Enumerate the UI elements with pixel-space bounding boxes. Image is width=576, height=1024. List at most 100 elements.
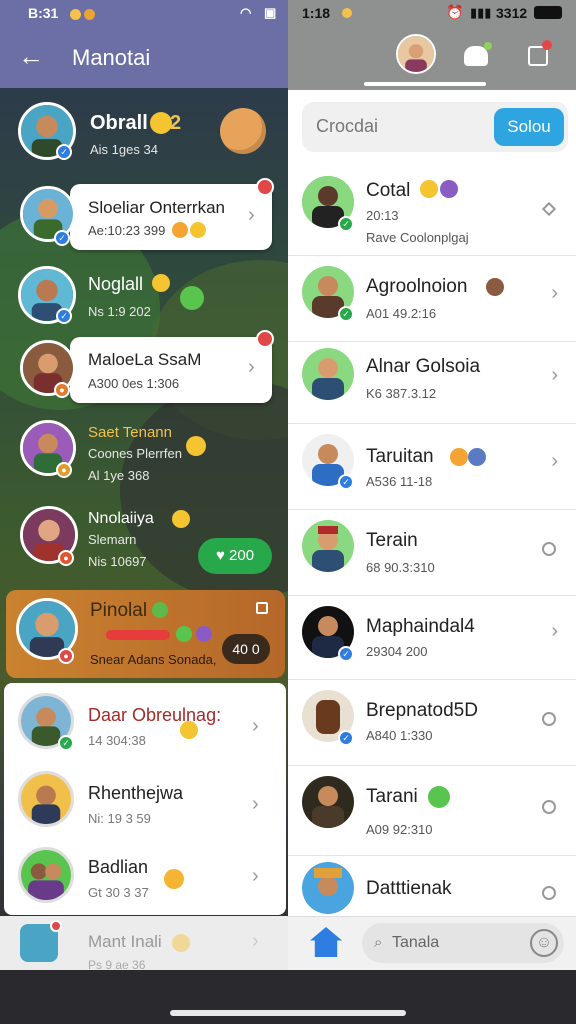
- unread-badge: [256, 178, 274, 196]
- chat-list-panel: ✓ Daar Obreulnag: 14 304:38 › Rhenthejwa…: [4, 683, 286, 915]
- green-emoji-icon: [176, 626, 192, 642]
- chevron-right-icon[interactable]: ›: [252, 793, 259, 816]
- chat-time: 20:13: [366, 208, 399, 223]
- radio-icon[interactable]: [542, 800, 556, 814]
- count-pill[interactable]: 40 0: [222, 634, 270, 664]
- pill-label: 200: [229, 547, 255, 564]
- chat-subtitle: Rave Coolonplgaj: [366, 230, 469, 245]
- chat-name: Cotal: [366, 180, 411, 201]
- search-button[interactable]: Solou: [494, 108, 564, 146]
- chevron-right-icon[interactable]: ›: [252, 715, 259, 738]
- chat-row[interactable]: ✓ Taruitan A536 11-18 ›: [288, 424, 576, 510]
- chat-subtitle: Snear Adans Sonada,: [90, 652, 217, 667]
- emoji-picker-icon[interactable]: ☺: [530, 929, 558, 957]
- chat-row[interactable]: Badlian Gt 30 3 37 ›: [4, 843, 286, 915]
- status-icon: ●: [54, 382, 70, 398]
- chevron-right-icon[interactable]: ›: [252, 865, 259, 888]
- chat-row[interactable]: Rhenthejwa Ni: 19 3 59 ›: [4, 767, 286, 843]
- signal-icon: ▮▮▮: [470, 5, 492, 20]
- chevron-right-icon[interactable]: ›: [252, 930, 259, 953]
- unread-badge: [50, 920, 62, 932]
- home-indicator[interactable]: [170, 1010, 406, 1016]
- chat-name: Sloeliar Onterrkan: [88, 198, 226, 217]
- search-input[interactable]: Crocdai: [316, 116, 378, 137]
- chat-time: Nis 10697: [88, 554, 147, 569]
- smiley-icon: [190, 222, 206, 238]
- home-icon[interactable]: [310, 927, 342, 957]
- chat-name: Taruitan: [366, 446, 434, 467]
- chat-time: Gt 30 3 37: [88, 885, 149, 900]
- chat-row[interactable]: ✓ Daar Obreulnag: 14 304:38 ›: [4, 689, 286, 765]
- chat-row[interactable]: ✓ Noglall Ns 1:9 202: [0, 262, 288, 334]
- verified-icon: ✓: [58, 735, 74, 751]
- unread-badge: [256, 330, 274, 348]
- chat-time: Ae:10:23 399: [88, 223, 166, 238]
- chat-row[interactable]: ● MaloeLa SsaM A300 0es 1:306 ›: [0, 330, 288, 410]
- smiley-icon: [420, 180, 438, 198]
- chat-name: Tarani: [366, 786, 418, 807]
- chat-row[interactable]: Terain 68 90.3:310: [288, 510, 576, 596]
- chat-row[interactable]: ✓ Maphaindal4 29304 200 ›: [288, 596, 576, 680]
- chat-name: Rhenthejwa: [88, 783, 184, 803]
- chat-row[interactable]: ✓ Brepnatod5D A840 1:330: [288, 680, 576, 766]
- chat-time: Ns 1:9 202: [88, 304, 151, 319]
- left-chat-pane: B:31 ◠ ▣ ← Manotai ✓ Obrall 2 Ais 1ges 3…: [0, 0, 288, 970]
- chat-subtitle: Coones Plerrfen: [88, 446, 182, 461]
- search-icon: ⌕: [374, 934, 383, 951]
- action-pill[interactable]: ♥ 200: [198, 538, 272, 574]
- chat-time: A300 0es 1:306: [88, 376, 180, 391]
- page-title: Manotai: [72, 45, 151, 70]
- face-icon: [468, 448, 486, 466]
- chat-row[interactable]: ✓ Sloeliar Onterrkan Ae:10:23 399 ›: [0, 178, 288, 256]
- verified-icon: ✓: [56, 308, 72, 324]
- status-time: 1:18: [302, 5, 331, 21]
- status-bar: B:31 ◠ ▣: [0, 0, 288, 28]
- chat-row[interactable]: ✓ Cotal 20:13 Rave Coolonplgaj: [288, 166, 576, 256]
- chat-name: Datttienak: [366, 878, 452, 899]
- chat-name: Agroolnoion: [366, 276, 468, 297]
- bottom-search[interactable]: ⌕ Tanala ☺: [362, 923, 564, 963]
- back-arrow-icon[interactable]: ←: [18, 42, 44, 70]
- profile-avatar[interactable]: [396, 34, 436, 74]
- chat-row[interactable]: Datttienak: [288, 856, 576, 916]
- radio-icon[interactable]: [542, 712, 556, 726]
- purple-emoji-icon: [440, 180, 458, 198]
- avatar: [302, 862, 354, 914]
- wifi-icon: ◠: [240, 5, 252, 20]
- chevron-right-icon[interactable]: ›: [551, 282, 558, 305]
- chat-name: Pinolal: [90, 600, 148, 621]
- bottom-preview-row[interactable]: Mant Inali Ps 9 ae 36 ›: [0, 916, 288, 970]
- notification-dot-icon: [342, 8, 352, 18]
- chevron-right-icon[interactable]: ›: [248, 356, 255, 379]
- chat-name: Maphaindal4: [366, 616, 475, 637]
- chat-name: Noglall: [88, 274, 144, 294]
- highlighted-chat-row[interactable]: ● Pinolal Snear Adans Sonada, 40 0: [6, 590, 285, 678]
- smiley-icon: [180, 721, 198, 739]
- chat-row[interactable]: ✓ Obrall 2 Ais 1ges 34: [0, 96, 288, 168]
- chevron-right-icon[interactable]: ›: [551, 620, 558, 643]
- chat-name: MaloeLa SsaM: [88, 350, 202, 369]
- chat-row[interactable]: Alnar Golsoia K6 387.3.12 ›: [288, 342, 576, 424]
- chat-row[interactable]: Tarani A09 92:310: [288, 766, 576, 856]
- screen: B:31 ◠ ▣ ← Manotai ✓ Obrall 2 Ais 1ges 3…: [0, 0, 576, 1024]
- radio-icon[interactable]: [542, 886, 556, 900]
- radio-icon[interactable]: [542, 542, 556, 556]
- purple-emoji-icon: [196, 626, 212, 642]
- chat-row[interactable]: ● Nnolaiiya Slemarn Nis 10697 ♥ 200: [0, 500, 288, 584]
- chevron-right-icon[interactable]: ›: [551, 450, 558, 473]
- status-time: B:31: [28, 5, 59, 21]
- chat-name: Terain: [366, 530, 418, 551]
- verified-icon: ✓: [338, 474, 354, 490]
- bottom-search-input[interactable]: Tanala: [392, 934, 439, 952]
- smiley-icon: [186, 436, 206, 456]
- chat-row[interactable]: ● Saet Tenann Coones Plerrfen Al 1ye 368: [0, 414, 288, 494]
- diamond-icon[interactable]: [541, 201, 557, 217]
- sim-icon: ▣: [264, 5, 277, 20]
- chat-time: Ais 1ges 34: [90, 142, 158, 157]
- status-icon: ●: [58, 648, 74, 664]
- chevron-right-icon[interactable]: ›: [248, 204, 255, 227]
- chevron-right-icon[interactable]: ›: [551, 364, 558, 387]
- chat-row[interactable]: ✓ Agroolnoion A01 49.2:16 ›: [288, 256, 576, 342]
- right-chat-pane: 1:18 ⏰ ▮▮▮ 3312 Crocdai Solou ✓ Cotal 20…: [288, 0, 576, 970]
- chat-name: Brepnatod5D: [366, 700, 478, 721]
